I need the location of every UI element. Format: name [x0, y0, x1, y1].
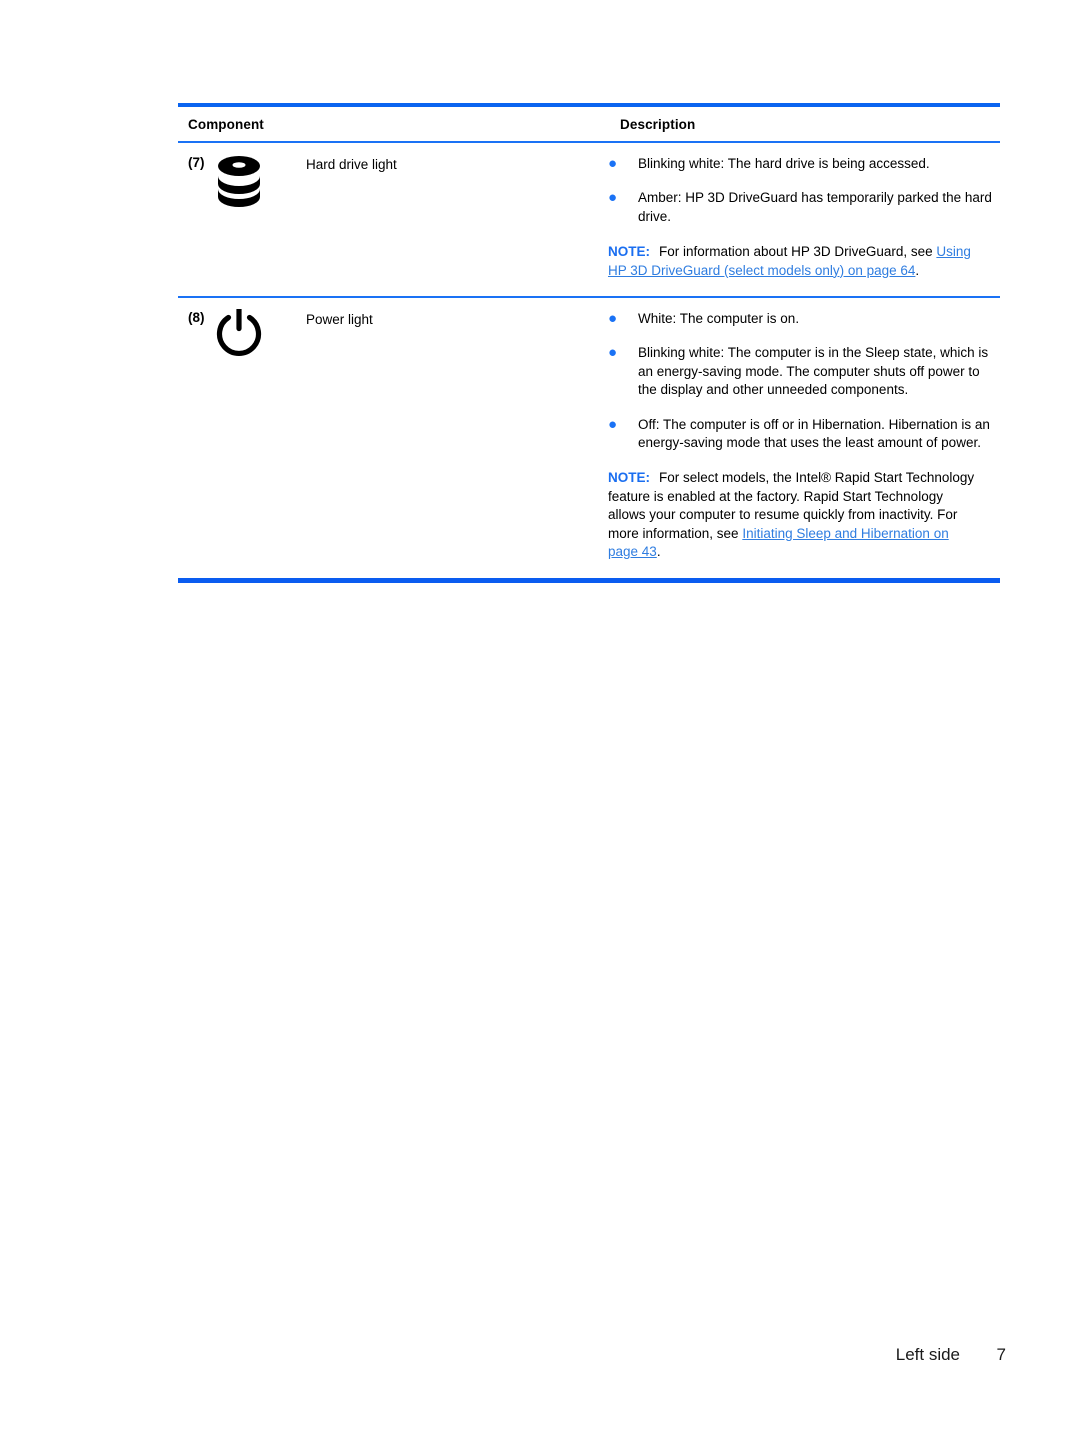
component-name: Hard drive light — [306, 157, 397, 172]
note-label: NOTE: — [608, 244, 650, 260]
component-description: ● White: The computer is on. ● Blinking … — [608, 310, 1000, 561]
row-callout-number: (8) — [188, 310, 205, 326]
bullet-icon: ● — [608, 189, 618, 207]
list-item-text: Blinking white: The computer is in the S… — [638, 345, 989, 398]
column-header-description: Description — [620, 117, 696, 132]
table-header-row: Component Description — [178, 107, 1000, 141]
footer-section-label: Left side — [895, 1345, 960, 1364]
component-name: Power light — [306, 312, 373, 328]
list-item: ● Off: The computer is off or in Hiberna… — [608, 416, 1000, 453]
list-item: ● Blinking white: The hard drive is bein… — [608, 155, 1000, 173]
table-row: (8) Power light ● White: The computer is… — [178, 298, 1000, 577]
footer-page-number: 7 — [996, 1345, 1006, 1364]
bullet-icon: ● — [608, 415, 618, 433]
list-item-text: Off: The computer is off or in Hibernati… — [638, 416, 990, 451]
bullet-icon: ● — [608, 155, 618, 172]
bullet-icon: ● — [608, 310, 618, 328]
table-row: (7) Hard drive light ● Blinking white: T… — [178, 143, 1000, 296]
list-item-text: White: The computer is on. — [638, 311, 800, 327]
note-text: For information about HP 3D DriveGuard, … — [659, 244, 937, 260]
page-footer: Left side 7 — [0, 1345, 1006, 1365]
list-item: ● Blinking white: The computer is in the… — [608, 344, 1000, 399]
note-callout: NOTE: For select models, the Intel® Rapid… — [608, 469, 978, 561]
note-callout: NOTE: For information about HP 3D DriveGu… — [608, 243, 973, 280]
list-item: ● White: The computer is on. — [608, 310, 1000, 328]
power-icon — [216, 309, 306, 561]
note-text-end: . — [656, 544, 661, 560]
document-page: Component Description (7) Hard drive lig… — [0, 0, 1080, 1437]
hard-drive-icon — [216, 155, 306, 280]
column-header-component: Component — [188, 117, 264, 132]
note-text-end: . — [915, 262, 920, 278]
component-description: ● Blinking white: The hard drive is bein… — [608, 155, 1000, 280]
list-item-text: Blinking white: The hard drive is being … — [638, 156, 930, 171]
component-description-table: Component Description (7) Hard drive lig… — [178, 103, 1000, 583]
list-item: ● Amber: HP 3D DriveGuard has temporaril… — [608, 189, 1000, 226]
bullet-icon: ● — [608, 344, 618, 362]
list-item-text: Amber: HP 3D DriveGuard has temporarily … — [638, 190, 992, 224]
row-callout-number: (7) — [188, 155, 205, 170]
note-label: NOTE: — [608, 470, 650, 486]
table-bottom-rule — [178, 577, 1000, 583]
